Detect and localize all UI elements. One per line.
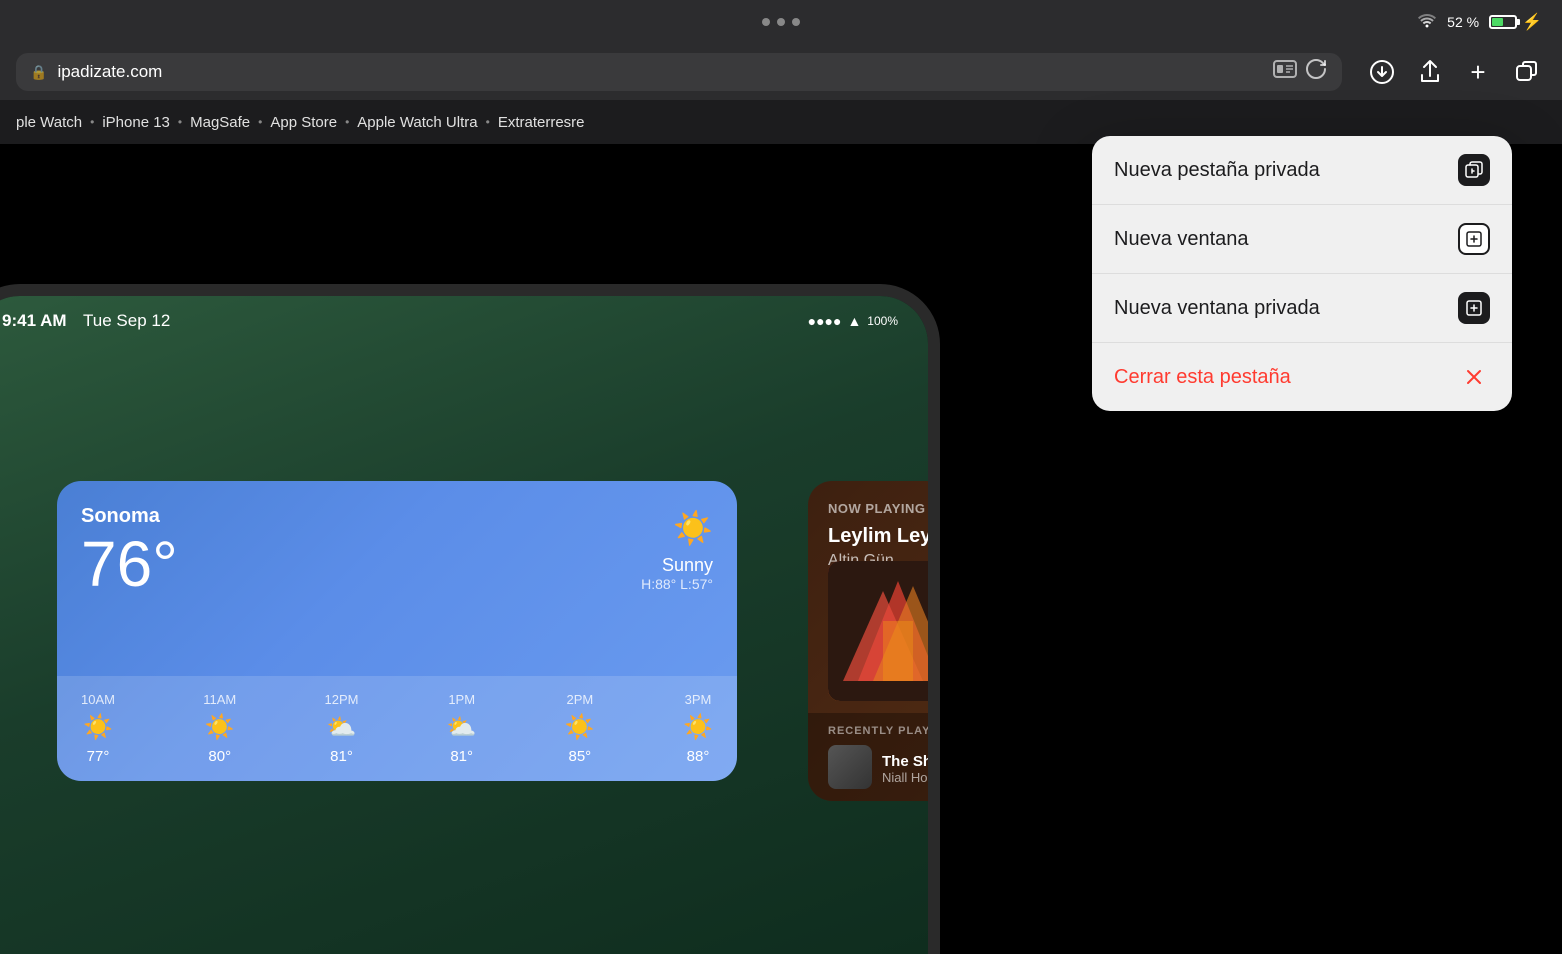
status-dots	[762, 18, 800, 26]
menu-item-new-window[interactable]: Nueva ventana	[1092, 205, 1512, 274]
new-private-tab-icon	[1458, 154, 1490, 186]
add-tab-button[interactable]: +	[1458, 52, 1498, 92]
charging-icon: ⚡	[1522, 12, 1542, 32]
address-bar-actions	[1272, 57, 1328, 87]
new-private-window-icon	[1458, 292, 1490, 324]
tag-magsafe[interactable]: MagSafe	[190, 114, 250, 131]
music-title: Leylim Ley	[828, 524, 928, 548]
hour-icon-5: ☀️	[683, 713, 713, 742]
hour-label-2: 12PM	[325, 692, 359, 707]
close-tab-icon	[1458, 361, 1490, 393]
music-widget: NOW PLAYING Leylim Ley Altin Gün ⏸ Pause…	[808, 481, 928, 801]
hour-label-3: 1PM	[448, 692, 475, 707]
battery-fill	[1492, 18, 1503, 26]
weather-widget: Sonoma 76° ☀️ Sunny H:88° L:57° 10AM ☀️	[57, 481, 737, 781]
dropdown-menu: Nueva pestaña privada Nueva ventana Nuev…	[1092, 136, 1512, 411]
music-album-art	[828, 561, 928, 701]
tag-appstore[interactable]: App Store	[270, 114, 337, 131]
tag-extraterresre[interactable]: Extraterresre	[498, 114, 585, 131]
menu-item-new-window-label: Nueva ventana	[1114, 228, 1249, 251]
weather-hour-0: 10AM ☀️ 77°	[81, 692, 115, 765]
weather-sun-icon: ☀️	[673, 510, 713, 546]
reader-button[interactable]	[1272, 57, 1298, 87]
tabs-button[interactable]	[1506, 52, 1546, 92]
menu-item-new-private-tab[interactable]: Nueva pestaña privada	[1092, 136, 1512, 205]
tag-iphone13[interactable]: iPhone 13	[102, 114, 170, 131]
refresh-button[interactable]	[1304, 57, 1328, 87]
iphone-time-group: 9:41 AM Tue Sep 12	[2, 311, 170, 331]
hour-label-5: 3PM	[685, 692, 712, 707]
status-dot-1	[762, 18, 770, 26]
status-dot-3	[792, 18, 800, 26]
hour-temp-5: 88°	[687, 748, 710, 765]
share-button[interactable]	[1410, 52, 1450, 92]
music-recently-played: RECENTLY PLAYED The Show Niall Horan	[808, 713, 928, 801]
iphone-status-icons: ●●●● ▲ 100%	[808, 313, 898, 329]
status-bar: 52 % ⚡	[0, 0, 1562, 44]
hour-icon-2: ⛅	[327, 713, 357, 742]
tag-applewatchultra[interactable]: Apple Watch Ultra	[357, 114, 477, 131]
hour-temp-3: 81°	[450, 748, 473, 765]
battery-icon	[1489, 15, 1517, 29]
iphone-status-bar: 9:41 AM Tue Sep 12 ●●●● ▲ 100%	[0, 296, 928, 346]
battery-percent: 52 %	[1447, 14, 1479, 30]
weather-high-low: H:88° L:57°	[641, 576, 713, 592]
weather-condition-group: ☀️ Sunny H:88° L:57°	[641, 509, 713, 592]
iphone-date: Tue Sep 12	[83, 311, 170, 330]
weather-hour-2: 12PM ⛅ 81°	[325, 692, 359, 765]
hour-label-4: 2PM	[566, 692, 593, 707]
hour-label-0: 10AM	[81, 692, 115, 707]
hour-icon-0: ☀️	[83, 713, 113, 742]
weather-hour-3: 1PM ⛅ 81°	[447, 692, 477, 765]
hour-temp-2: 81°	[330, 748, 353, 765]
lock-icon: 🔒	[30, 64, 47, 81]
recently-track-artist: Niall Horan	[882, 770, 928, 785]
weather-hour-1: 11AM ☀️ 80°	[203, 692, 236, 765]
weather-hour-5: 3PM ☀️ 88°	[683, 692, 713, 765]
weather-city: Sonoma	[81, 505, 713, 528]
battery-indicator: ⚡	[1489, 12, 1542, 32]
download-button[interactable]	[1362, 52, 1402, 92]
menu-item-new-private-window-label: Nueva ventana privada	[1114, 297, 1320, 320]
tag-apple-watch[interactable]: ple Watch	[16, 114, 82, 131]
toolbar-buttons: +	[1362, 52, 1546, 92]
hour-icon-3: ⛅	[447, 713, 477, 742]
iphone-mockup: 9:41 AM Tue Sep 12 ●●●● ▲ 100% Sonoma 76…	[0, 284, 940, 954]
recently-played-label: RECENTLY PLAYED	[828, 725, 928, 737]
iphone-time: 9:41 AM	[2, 311, 67, 330]
recently-track-title: The Show	[882, 753, 928, 770]
menu-item-close-tab-label: Cerrar esta pestaña	[1114, 366, 1291, 389]
address-bar[interactable]: 🔒 ipadizate.com	[16, 53, 1342, 91]
hour-icon-4: ☀️	[565, 713, 595, 742]
weather-hourly: 10AM ☀️ 77° 11AM ☀️ 80° 12PM ⛅ 81°	[57, 676, 737, 781]
music-now-playing-label: NOW PLAYING	[828, 501, 928, 516]
weather-temp: 76°	[81, 532, 713, 596]
hour-temp-4: 85°	[568, 748, 591, 765]
new-window-icon	[1458, 223, 1490, 255]
menu-item-new-private-tab-label: Nueva pestaña privada	[1114, 159, 1320, 182]
menu-item-close-tab[interactable]: Cerrar esta pestaña	[1092, 343, 1512, 411]
hour-label-1: 11AM	[203, 692, 236, 707]
url-text: ipadizate.com	[57, 62, 1262, 82]
hour-icon-1: ☀️	[205, 713, 235, 742]
hour-temp-1: 80°	[208, 748, 231, 765]
iphone-screen: 9:41 AM Tue Sep 12 ●●●● ▲ 100% Sonoma 76…	[0, 296, 928, 954]
status-dot-2	[777, 18, 785, 26]
hour-temp-0: 77°	[87, 748, 110, 765]
menu-item-new-private-window[interactable]: Nueva ventana privada	[1092, 274, 1512, 343]
weather-condition-text: Sunny	[641, 555, 713, 576]
address-bar-container: 🔒 ipadizate.com	[0, 44, 1562, 100]
wifi-icon	[1417, 12, 1437, 33]
weather-hour-4: 2PM ☀️ 85°	[565, 692, 595, 765]
